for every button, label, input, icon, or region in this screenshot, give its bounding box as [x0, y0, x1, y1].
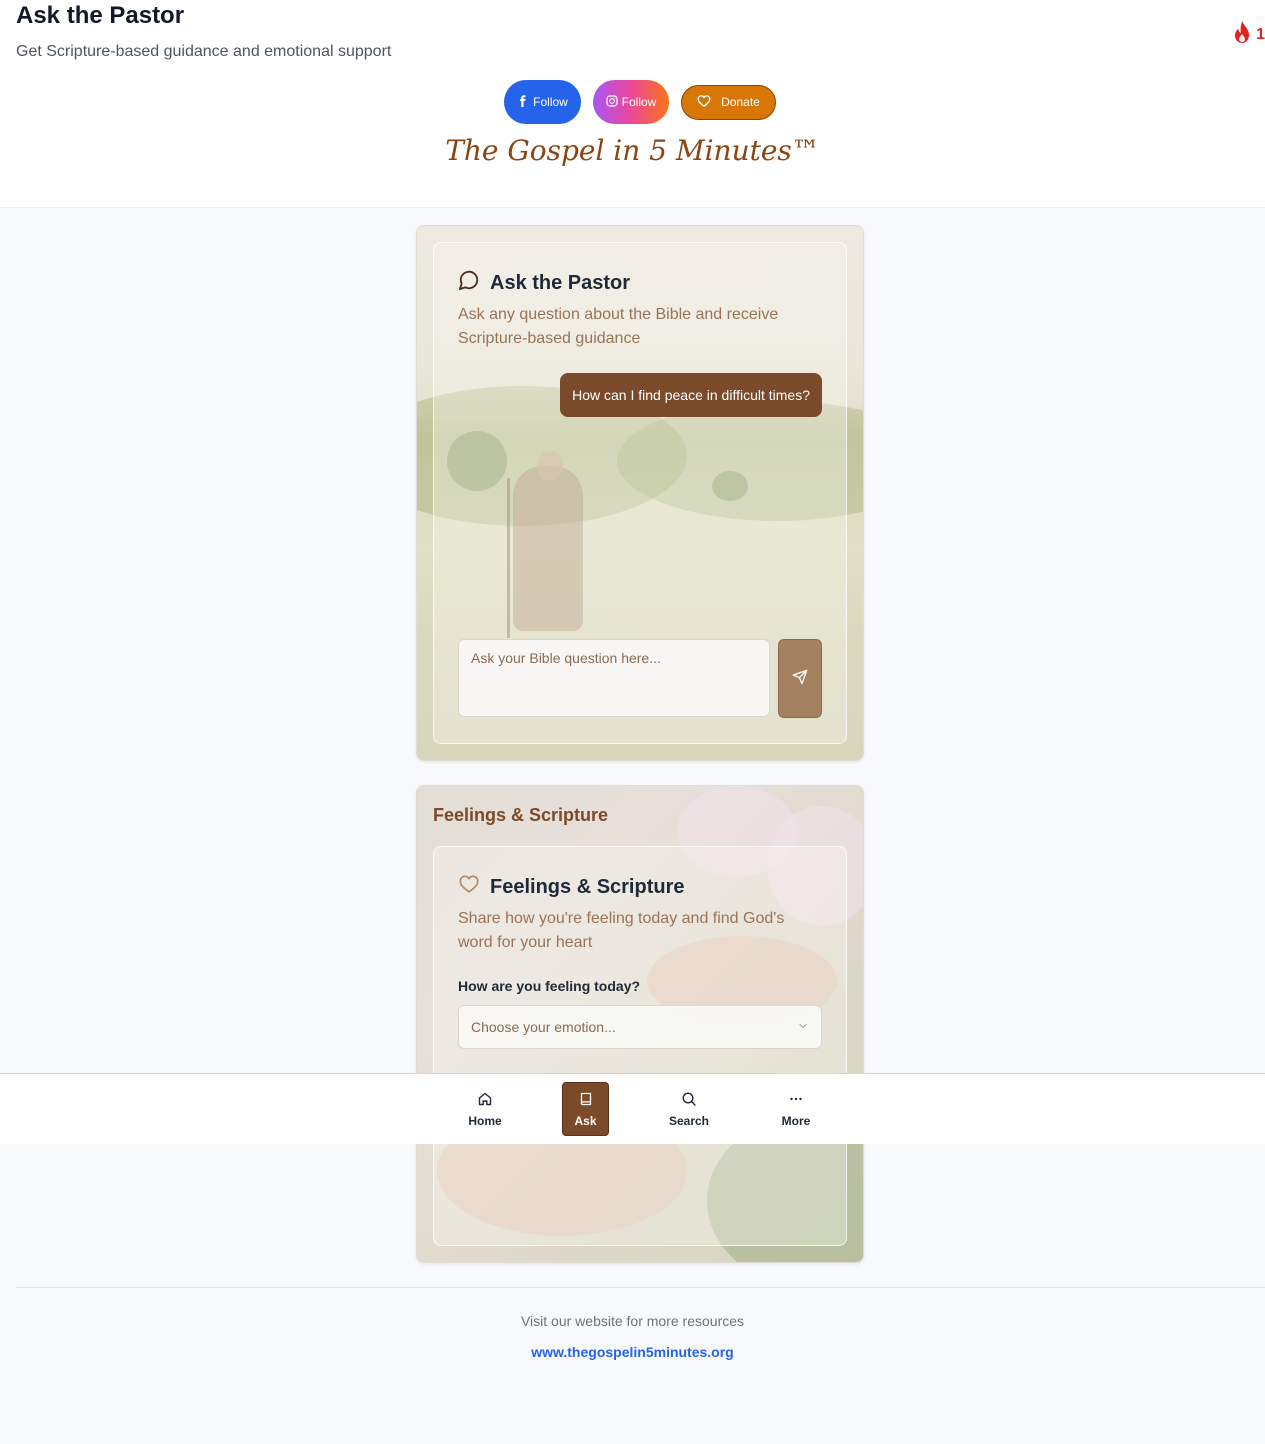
nav-label-ask: Ask	[574, 1113, 597, 1128]
brand-logo-text: The Gospel in 5 Minutes™	[445, 134, 820, 167]
page-subtitle: Get Scripture-based guidance and emotion…	[16, 43, 392, 60]
facebook-follow-label: Follow	[533, 95, 568, 109]
nav-item-search[interactable]: Search	[659, 1082, 719, 1136]
nav-label-home: Home	[468, 1113, 502, 1128]
feelings-description: Share how you're feeling today and find …	[458, 910, 785, 951]
feelings-title: Feelings & Scripture	[490, 875, 685, 898]
ask-pastor-panel: Ask the Pastor Ask any question about th…	[433, 242, 847, 744]
ask-pastor-heading: Ask the Pastor	[458, 269, 630, 297]
nav-label-search: Search	[668, 1113, 710, 1128]
instagram-follow-button[interactable]: Follow	[593, 80, 669, 124]
website-link[interactable]: www.thegospelin5minutes.org	[0, 1344, 1265, 1360]
streak-counter[interactable]: 1	[1232, 20, 1265, 49]
heart-icon	[697, 94, 711, 111]
send-question-button[interactable]	[778, 639, 822, 718]
nav-label-more: More	[781, 1113, 811, 1128]
sample-question-bubble[interactable]: How can I find peace in difficult times?	[560, 373, 822, 417]
bible-question-input[interactable]	[458, 639, 770, 717]
send-icon	[792, 669, 808, 688]
streak-count: 1	[1256, 25, 1265, 43]
message-circle-icon	[458, 269, 480, 297]
page-header: Ask the Pastor Get Scripture-based guida…	[0, 0, 1265, 208]
instagram-follow-label: Follow	[621, 95, 657, 109]
home-icon	[477, 1091, 493, 1110]
emotion-select-placeholder: Choose your emotion...	[471, 1019, 616, 1035]
footer-divider	[16, 1287, 1265, 1288]
heart-icon	[458, 873, 480, 901]
donate-button[interactable]: Donate	[681, 84, 776, 120]
feelings-heading: Feelings & Scripture	[458, 873, 685, 901]
emotion-select[interactable]: Choose your emotion...	[458, 1005, 822, 1049]
facebook-icon	[517, 94, 529, 110]
feelings-scripture-card: Feelings & Scripture Feelings & Scriptur…	[416, 785, 864, 1263]
search-icon	[681, 1091, 697, 1110]
donate-label: Donate	[721, 95, 760, 109]
emotion-question-label: How are you feeling today?	[458, 978, 641, 994]
social-buttons: Follow Follow Donate	[504, 80, 776, 124]
flame-icon	[1232, 20, 1252, 49]
chevron-down-icon	[797, 1019, 809, 1035]
page-title: Ask the Pastor	[16, 2, 185, 29]
ask-pastor-card: Ask the Pastor Ask any question about th…	[416, 225, 864, 761]
feelings-panel: Feelings & Scripture Share how you're fe…	[433, 846, 847, 1246]
ask-pastor-title: Ask the Pastor	[490, 271, 631, 294]
nav-item-ask[interactable]: Ask	[562, 1082, 609, 1136]
bottom-navigation: Home Ask Search More	[0, 1073, 1265, 1144]
instagram-icon	[606, 94, 618, 110]
more-horizontal-icon	[788, 1091, 804, 1110]
facebook-follow-button[interactable]: Follow	[504, 80, 581, 124]
book-icon	[578, 1091, 594, 1110]
nav-item-home[interactable]: Home	[455, 1082, 515, 1136]
footer-text: Visit our website for more resources	[520, 1313, 745, 1329]
feelings-section-title: Feelings & Scripture	[433, 805, 609, 825]
nav-item-more[interactable]: More	[766, 1082, 826, 1136]
ask-pastor-description: Ask any question about the Bible and rec…	[458, 306, 779, 347]
